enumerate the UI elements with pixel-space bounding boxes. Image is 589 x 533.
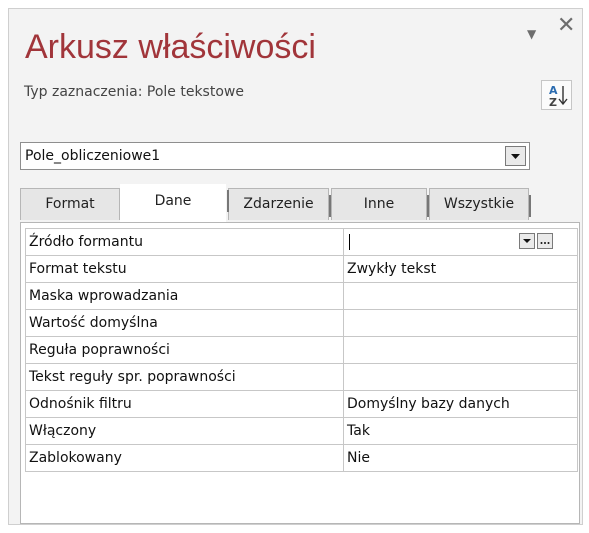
tab-wszystkie[interactable]: Wszystkie (429, 188, 531, 220)
tab-dane[interactable]: Dane (120, 184, 229, 222)
tab-label: Dane (154, 193, 192, 209)
property-name: Odnośnik filtru (25, 390, 344, 418)
pane-title: Arkusz właściwości (25, 28, 316, 66)
tab-divider (227, 190, 229, 212)
property-value[interactable] (343, 336, 578, 364)
tab-label: Zdarzenie (243, 196, 314, 212)
property-name: Format tekstu (25, 255, 344, 283)
svg-text:Z: Z (549, 96, 557, 109)
text-caret (349, 234, 350, 250)
sort-az-button[interactable]: A Z (541, 80, 572, 110)
ellipsis-icon (540, 242, 550, 244)
property-row[interactable]: Odnośnik filtru Domyślny bazy danych (25, 390, 578, 418)
tab-format[interactable]: Format (20, 188, 120, 220)
tab-zdarzenie[interactable]: Zdarzenie (228, 188, 331, 220)
property-value[interactable] (343, 309, 578, 337)
tab-label: Inne (363, 196, 395, 212)
chevron-down-icon (523, 239, 531, 243)
property-grid: Źródło formantu Format tekstu Zwykły tek… (20, 222, 580, 524)
control-source-input[interactable] (347, 229, 574, 255)
pane-menu-dropdown-icon[interactable]: ▼ (527, 24, 536, 44)
property-name: Reguła poprawności (25, 336, 344, 364)
value-dropdown-button[interactable] (519, 233, 535, 249)
property-value[interactable]: Nie (343, 444, 578, 472)
property-row[interactable]: Włączony Tak (25, 417, 578, 445)
property-name: Wartość domyślna (25, 309, 344, 337)
sort-az-icon: A Z (549, 84, 568, 109)
object-selector-combo[interactable]: Pole_obliczeniowe1 (20, 142, 530, 170)
property-row[interactable]: Tekst reguły spr. poprawności (25, 363, 578, 391)
property-row[interactable]: Zablokowany Nie (25, 444, 578, 472)
property-name: Włączony (25, 417, 344, 445)
object-selector-dropdown-button[interactable] (505, 146, 526, 166)
object-selector-value: Pole_obliczeniowe1 (25, 148, 161, 164)
close-icon[interactable]: ✕ (557, 15, 575, 37)
tab-label: Wszystkie (443, 196, 515, 212)
property-row[interactable]: Maska wprowadzania (25, 282, 578, 310)
property-name: Maska wprowadzania (25, 282, 344, 310)
property-name: Tekst reguły spr. poprawności (25, 363, 344, 391)
property-tabs: Format Dane Zdarzenie Inne Wszystkie (20, 184, 580, 222)
builder-button[interactable] (537, 233, 553, 249)
property-value[interactable]: Tak (343, 417, 578, 445)
property-row[interactable]: Reguła poprawności (25, 336, 578, 364)
property-row[interactable]: Źródło formantu (25, 228, 578, 256)
property-table: Źródło formantu Format tekstu Zwykły tek… (25, 228, 578, 472)
property-value[interactable] (343, 282, 578, 310)
chevron-down-icon (511, 154, 520, 159)
property-name: Źródło formantu (25, 228, 344, 256)
property-value[interactable] (343, 363, 578, 391)
property-value[interactable]: Domyślny bazy danych (343, 390, 578, 418)
property-row[interactable]: Format tekstu Zwykły tekst (25, 255, 578, 283)
selection-type-label: Typ zaznaczenia: Pole tekstowe (24, 84, 244, 100)
property-name: Zablokowany (25, 444, 344, 472)
tab-label: Format (45, 196, 95, 212)
tab-divider (529, 195, 531, 217)
property-value-editor[interactable] (343, 228, 578, 256)
property-row[interactable]: Wartość domyślna (25, 309, 578, 337)
property-value[interactable]: Zwykły tekst (343, 255, 578, 283)
tab-inne[interactable]: Inne (331, 188, 429, 220)
